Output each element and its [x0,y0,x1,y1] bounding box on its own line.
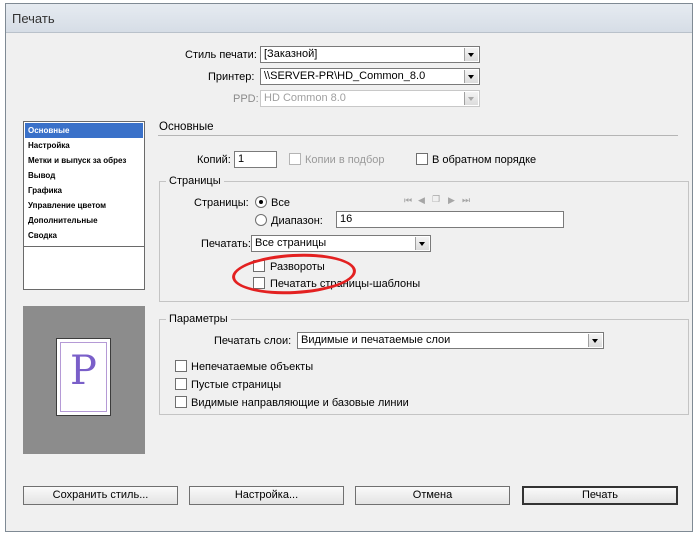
guides-checkbox[interactable] [175,396,187,408]
printer-select[interactable]: \\SERVER-PR\HD_Common_8.0 [260,68,480,85]
chevron-down-icon[interactable] [588,334,602,347]
sidebar-item-summary[interactable]: Сводка [25,228,143,243]
title-bar: Печать [6,4,692,33]
sidebar-item-color-management[interactable]: Управление цветом [25,198,143,213]
copies-label: Копий: [197,154,231,166]
ppd-select: HD Common 8.0 [260,90,480,107]
layers-select[interactable]: Видимые и печатаемые слои [297,332,604,349]
nonprinting-checkbox[interactable] [175,360,187,372]
range-input[interactable]: 16 [336,211,564,228]
first-page-icon: ⏮ [404,195,413,205]
sidebar-item-general[interactable]: Основные [25,123,143,138]
section-title: Основные [159,121,214,133]
chevron-down-icon [464,92,478,105]
sidebar-item-output[interactable]: Вывод [25,168,143,183]
blank-pages-checkbox[interactable] [175,378,187,390]
print-button[interactable]: Печать [522,486,678,505]
chevron-down-icon[interactable] [464,48,478,61]
layers-label: Печатать слои: [214,335,292,347]
previous-page-icon: ◀ [418,195,425,205]
blank-pages-label: Пустые страницы [191,379,282,391]
pages-icon: ❐ [432,194,441,204]
save-style-button[interactable]: Сохранить стиль... [23,486,178,505]
page-thumbnail: P [56,338,111,416]
sidebar-item-marks-bleed[interactable]: Метки и выпуск за обрез [25,153,143,168]
pages-label: Страницы: [194,197,249,209]
range-label: Диапазон: [271,215,323,227]
sidebar-item-setup[interactable]: Настройка [25,138,143,153]
window-title: Печать [12,11,55,26]
guides-label: Видимые направляющие и базовые линии [191,397,409,409]
pages-group-title: Страницы [166,175,224,187]
chevron-down-icon[interactable] [464,70,478,83]
section-separator [158,135,678,136]
print-pages-select[interactable]: Все страницы [251,235,431,252]
last-page-icon: ⏭ [462,195,471,205]
cancel-button[interactable]: Отмена [355,486,510,505]
category-list: Основные Настройка Метки и выпуск за обр… [23,121,145,290]
setup-button[interactable]: Настройка... [189,486,344,505]
nonprinting-label: Непечатаемые объекты [191,361,314,373]
copies-input[interactable]: 1 [234,151,277,168]
print-dialog: Печать Стиль печати: [Заказной] Принтер:… [5,3,693,532]
sidebar-item-graphics[interactable]: Графика [25,183,143,198]
range-radio[interactable] [255,214,267,226]
ppd-label: PPD: [233,93,259,105]
printer-label: Принтер: [208,71,255,83]
preview-letter: P [70,348,97,394]
sidebar-item-advanced[interactable]: Дополнительные [25,213,143,228]
reverse-order-label: В обратном порядке [432,154,537,166]
list-divider [24,246,144,247]
print-pages-label: Печатать: [201,238,251,250]
options-group-title: Параметры [166,313,231,325]
all-pages-label: Все [271,197,290,209]
print-style-label: Стиль печати: [185,49,257,61]
reverse-order-checkbox[interactable] [416,153,428,165]
collate-checkbox[interactable] [289,153,301,165]
print-style-select[interactable]: [Заказной] [260,46,480,63]
all-pages-radio[interactable] [255,196,267,208]
page-preview: P [23,306,145,454]
next-page-icon: ▶ [448,195,455,205]
chevron-down-icon[interactable] [415,237,429,250]
collate-label: Копии в подбор [305,154,385,166]
